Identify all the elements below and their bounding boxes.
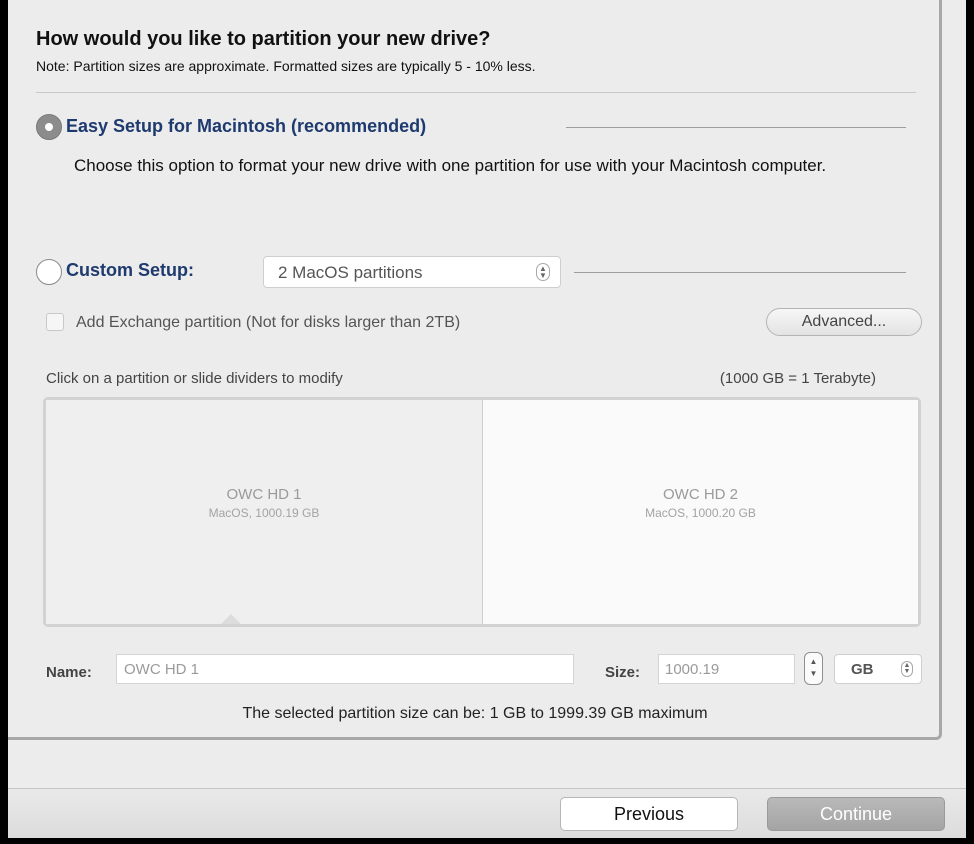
partition-scheme-select[interactable]: 2 MacOS partitions ▲ ▼ (263, 256, 561, 288)
terabyte-unit-note: (1000 GB = 1 Terabyte) (719, 370, 876, 387)
partition-detail: MacOS, 1000.20 GB (645, 506, 756, 520)
partition-name: OWC HD 2 (663, 486, 738, 503)
stepper-up-icon[interactable]: ▲ (810, 657, 818, 666)
custom-setup-radio[interactable] (36, 259, 62, 285)
exchange-partition-label: Add Exchange partition (Not for disks la… (76, 314, 461, 331)
continue-button[interactable]: Continue (767, 797, 945, 831)
selected-partition-indicator (221, 614, 241, 624)
partition-map-hint: Click on a partition or slide dividers t… (46, 370, 343, 387)
partition-scheme-value: 2 MacOS partitions (278, 263, 423, 282)
partition-panel: How would you like to partition your new… (8, 0, 942, 740)
previous-button[interactable]: Previous (560, 797, 738, 831)
divider (36, 92, 916, 93)
partition-map: OWC HD 1 MacOS, 1000.19 GB OWC HD 2 MacO… (43, 397, 921, 627)
size-label: Size: (605, 664, 641, 681)
custom-setup-label[interactable]: Custom Setup: (66, 260, 194, 281)
partition-name: OWC HD 1 (226, 486, 302, 503)
size-unit-select[interactable]: GB ▲ ▼ (834, 654, 922, 684)
partition-size-field[interactable]: 1000.19 (658, 654, 795, 684)
size-stepper[interactable]: ▲ ▼ (804, 652, 823, 685)
chevron-updown-icon: ▲ ▼ (901, 661, 913, 677)
custom-setup-line (574, 272, 906, 273)
size-unit-value: GB (851, 661, 874, 678)
page-title: How would you like to partition your new… (36, 28, 491, 50)
stepper-down-icon[interactable]: ▼ (810, 669, 818, 678)
name-label: Name: (46, 664, 92, 681)
window-border-bottom (0, 838, 974, 844)
partition-detail: MacOS, 1000.19 GB (208, 506, 320, 520)
partition-name-field[interactable]: OWC HD 1 (116, 654, 574, 684)
partition-note: Note: Partition sizes are approximate. F… (36, 58, 536, 74)
window-border-left (0, 0, 8, 844)
easy-setup-description: Choose this option to format your new dr… (74, 156, 827, 175)
window-border-right (966, 0, 974, 844)
partition-owc-hd-2[interactable]: OWC HD 2 MacOS, 1000.20 GB (483, 400, 918, 624)
easy-setup-label[interactable]: Easy Setup for Macintosh (recommended) (66, 116, 426, 137)
exchange-partition-checkbox[interactable] (46, 313, 64, 331)
easy-setup-radio[interactable] (36, 114, 62, 140)
easy-setup-line (566, 127, 906, 128)
chevron-updown-icon: ▲ ▼ (536, 263, 550, 281)
size-range-note: The selected partition size can be: 1 GB… (242, 705, 708, 722)
advanced-button[interactable]: Advanced... (766, 308, 922, 336)
partition-owc-hd-1[interactable]: OWC HD 1 MacOS, 1000.19 GB (46, 400, 483, 624)
